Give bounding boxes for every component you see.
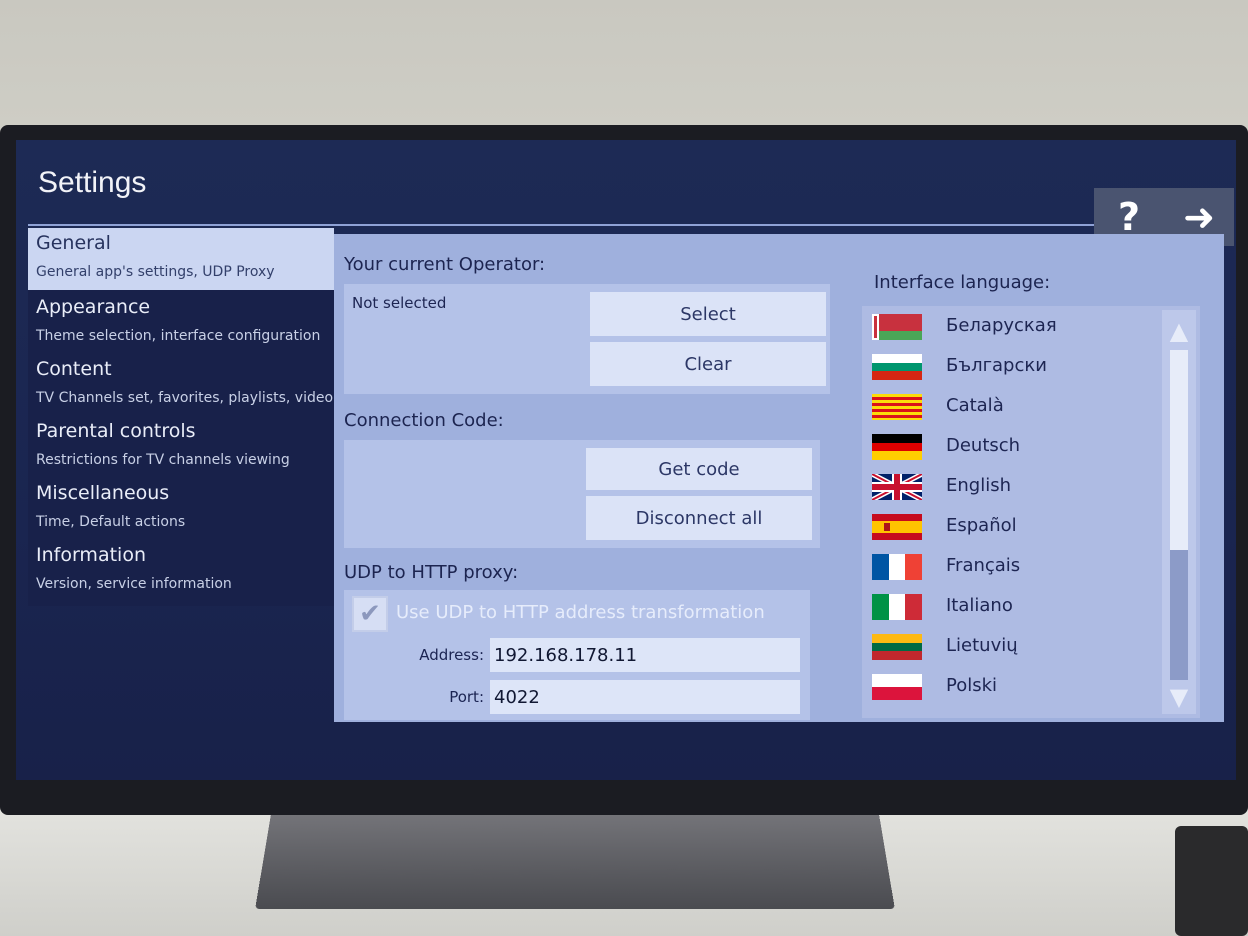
- scroll-thumb[interactable]: [1170, 350, 1188, 550]
- sidebar-item-content[interactable]: Content TV Channels set, favorites, play…: [28, 354, 334, 416]
- connection-code-heading: Connection Code:: [344, 410, 504, 431]
- language-item-polish[interactable]: Polski: [872, 668, 1152, 708]
- sidebar-item-appearance[interactable]: Appearance Theme selection, interface co…: [28, 292, 334, 354]
- catalonia-flag-icon: [872, 394, 922, 420]
- sidebar-item-subtitle: General app's settings, UDP Proxy: [36, 264, 275, 280]
- sidebar-item-label: General: [36, 232, 111, 254]
- language-item-english[interactable]: English: [872, 468, 1152, 508]
- sidebar: General General app's settings, UDP Prox…: [28, 228, 334, 606]
- sidebar-item-label: Miscellaneous: [36, 482, 169, 504]
- language-item-catalan[interactable]: Català: [872, 388, 1152, 428]
- sidebar-item-subtitle: Version, service information: [36, 576, 232, 592]
- language-item-german[interactable]: Deutsch: [872, 428, 1152, 468]
- port-field[interactable]: [490, 680, 800, 714]
- language-item-lithuanian[interactable]: Lietuvių: [872, 628, 1152, 668]
- language-item-spanish[interactable]: Español: [872, 508, 1152, 548]
- sidebar-item-information[interactable]: Information Version, service information: [28, 540, 334, 602]
- address-field[interactable]: [490, 638, 800, 672]
- sidebar-item-label: Parental controls: [36, 420, 196, 442]
- language-name: English: [946, 475, 1011, 496]
- udp-proxy-box: ✔ Use UDP to HTTP address transformation…: [344, 590, 810, 720]
- language-name: Lietuvių: [946, 635, 1018, 656]
- get-code-button[interactable]: Get code: [586, 448, 812, 490]
- udp-proxy-heading: UDP to HTTP proxy:: [344, 562, 518, 583]
- italy-flag-icon: [872, 594, 922, 620]
- scroll-track[interactable]: [1170, 350, 1188, 680]
- address-label: Address:: [404, 646, 484, 664]
- lithuania-flag-icon: [872, 634, 922, 660]
- triangle-down-icon[interactable]: ▼: [1166, 684, 1192, 710]
- interface-language-heading: Interface language:: [874, 272, 1050, 293]
- select-operator-button[interactable]: Select: [590, 292, 826, 336]
- sidebar-item-subtitle: Theme selection, interface configuration: [36, 328, 320, 344]
- language-name: Català: [946, 395, 1004, 416]
- operator-box: Not selected Select Clear: [344, 284, 830, 394]
- language-scrollbar[interactable]: ▲ ▼: [1162, 310, 1196, 714]
- language-item-italian[interactable]: Italiano: [872, 588, 1152, 628]
- port-label: Port:: [404, 688, 484, 706]
- language-name: Español: [946, 515, 1017, 536]
- udp-transform-label: Use UDP to HTTP address transformation: [396, 602, 765, 623]
- language-item-bulgarian[interactable]: Български: [872, 348, 1152, 388]
- clear-operator-button[interactable]: Clear: [590, 342, 826, 386]
- page-title: Settings: [38, 166, 146, 200]
- sidebar-item-subtitle: TV Channels set, favorites, playlists, v…: [36, 390, 333, 406]
- sidebar-item-parental-controls[interactable]: Parental controls Restrictions for TV ch…: [28, 416, 334, 478]
- sidebar-item-label: Information: [36, 544, 146, 566]
- triangle-up-icon[interactable]: ▲: [1166, 318, 1192, 344]
- spain-flag-icon: [872, 514, 922, 540]
- speaker: [1175, 826, 1248, 936]
- general-settings-panel: Your current Operator: Not selected Sele…: [334, 234, 1224, 722]
- udp-transform-checkbox[interactable]: ✔: [352, 596, 388, 632]
- germany-flag-icon: [872, 434, 922, 460]
- tv-screen: Settings ? ➜ General General app's setti…: [16, 140, 1236, 780]
- belarus-flag-icon: [872, 314, 922, 340]
- language-name: Беларуская: [946, 315, 1057, 336]
- language-item-belarusian[interactable]: Беларуская: [872, 308, 1152, 348]
- language-item-french[interactable]: Français: [872, 548, 1152, 588]
- sidebar-item-subtitle: Time, Default actions: [36, 514, 185, 530]
- france-flag-icon: [872, 554, 922, 580]
- sidebar-item-general[interactable]: General General app's settings, UDP Prox…: [28, 228, 334, 290]
- sidebar-item-miscellaneous[interactable]: Miscellaneous Time, Default actions: [28, 478, 334, 540]
- language-name: Български: [946, 355, 1047, 376]
- poland-flag-icon: [872, 674, 922, 700]
- language-name: Deutsch: [946, 435, 1020, 456]
- operator-status: Not selected: [352, 294, 446, 312]
- sidebar-item-label: Appearance: [36, 296, 150, 318]
- header-divider: [28, 224, 1224, 226]
- language-name: Français: [946, 555, 1020, 576]
- language-name: Italiano: [946, 595, 1013, 616]
- operator-heading: Your current Operator:: [344, 254, 545, 275]
- connection-code-box: Get code Disconnect all: [344, 440, 820, 548]
- uk-flag-icon: [872, 474, 922, 500]
- disconnect-all-button[interactable]: Disconnect all: [586, 496, 812, 540]
- sidebar-item-label: Content: [36, 358, 112, 380]
- bulgaria-flag-icon: [872, 354, 922, 380]
- language-list: Беларуская Български Català Deutsch Engl…: [862, 306, 1200, 718]
- language-name: Polski: [946, 675, 997, 696]
- sidebar-item-subtitle: Restrictions for TV channels viewing: [36, 452, 290, 468]
